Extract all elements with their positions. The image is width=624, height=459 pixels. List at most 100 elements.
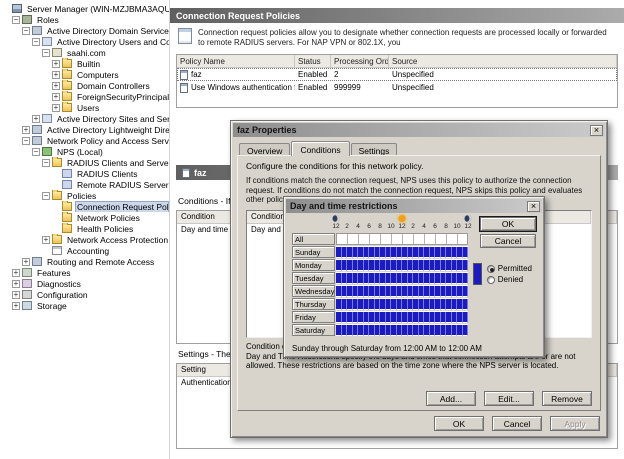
day-label-all[interactable]: All [292,233,335,245]
hour-label: 12 [398,223,405,230]
cancel-button[interactable]: Cancel [492,416,542,431]
collapse-icon[interactable]: − [42,49,50,57]
close-icon[interactable]: × [527,201,540,212]
collapse-icon[interactable]: − [12,16,20,24]
ok-button[interactable]: OK [434,416,484,431]
close-icon[interactable]: × [590,125,603,136]
expand-icon[interactable]: + [32,115,40,123]
tree-item[interactable]: −Roles [0,14,169,25]
tree-item[interactable]: +Computers [0,69,169,80]
expand-icon[interactable]: + [12,302,20,310]
tree-item[interactable]: +Network Access Protection [0,234,169,245]
tree-item[interactable]: +Users [0,102,169,113]
day-label-monday[interactable]: Monday [292,259,335,271]
tree-item[interactable]: −Active Directory Users and Computers [ … [0,36,169,47]
tree-item[interactable]: +Builtin [0,58,169,69]
tree-item[interactable]: Network Policies [0,212,169,223]
column-select-strip[interactable] [336,233,468,245]
folder-icon [62,59,72,68]
expand-icon[interactable]: + [42,236,50,244]
hour-cell[interactable] [463,260,469,271]
day-label-thursday[interactable]: Thursday [292,298,335,310]
radio-permitted[interactable]: Permitted [487,263,532,274]
remove-button[interactable]: Remove [542,391,592,406]
hour-cell[interactable] [463,325,469,336]
day-row: Thursday [292,298,468,311]
collapse-icon[interactable]: − [42,192,50,200]
policy-row[interactable]: fazEnabled2Unspecified [177,68,617,81]
day-label-sunday[interactable]: Sunday [292,246,335,258]
expand-icon[interactable]: + [52,60,60,68]
hour-cell[interactable] [463,312,469,323]
tree-item[interactable]: + Diagnostics [0,278,169,289]
properties-dialog-titlebar[interactable]: faz Properties × [233,123,605,137]
expand-icon[interactable]: + [22,126,30,134]
expand-icon[interactable]: + [52,71,60,79]
collapse-icon[interactable]: − [22,27,30,35]
column-header[interactable]: Source [389,55,617,67]
tab-conditions[interactable]: Conditions [291,141,349,156]
apply-button: Apply [550,416,600,431]
page-title-bar: Connection Request Policies [170,8,624,23]
tree-item[interactable]: +Features [0,267,169,278]
tree-item[interactable]: Accounting [0,245,169,256]
collapse-icon[interactable]: − [32,38,40,46]
hour-cell[interactable] [463,247,469,258]
cancel-button[interactable]: Cancel [480,234,536,248]
hour-label: 6 [367,223,371,230]
hour-cell[interactable] [463,286,469,297]
tree-item[interactable]: RADIUS Clients [0,168,169,179]
tree-item-label: Diagnostics [35,279,83,289]
tree-item[interactable]: +ForeignSecurityPrincipals [0,91,169,102]
expand-icon[interactable]: + [12,280,20,288]
column-header[interactable]: Processing Order [331,55,389,67]
tree-item[interactable]: −Policies [0,190,169,201]
collapse-icon[interactable]: − [22,137,30,145]
tree-item[interactable]: Health Policies [0,223,169,234]
add-button[interactable]: Add... [426,391,476,406]
tree-item[interactable]: +Active Directory Lightweight Directory … [0,124,169,135]
expand-icon[interactable]: + [52,104,60,112]
daytime-dialog-titlebar[interactable]: Day and time restrictions × [286,199,542,213]
expand-icon[interactable]: + [22,258,30,266]
day-label-friday[interactable]: Friday [292,311,335,323]
day-label-saturday[interactable]: Saturday [292,324,335,336]
folder-icon [62,81,72,90]
policy-row[interactable]: Use Windows authentication for all users… [177,81,617,94]
collapse-icon[interactable]: − [32,148,40,156]
tree-item[interactable]: − Active Directory Domain Services [0,25,169,36]
expand-icon[interactable]: + [12,291,20,299]
column-header[interactable]: Status [295,55,331,67]
tree-item[interactable]: +Domain Controllers [0,80,169,91]
hour-cells [336,298,468,310]
tree-item[interactable]: −saahi.com [0,47,169,58]
ok-button[interactable]: OK [480,217,536,231]
hour-cell[interactable] [463,273,469,284]
tree-item-label: Active Directory Domain Services [45,26,169,36]
policy-source: Unspecified [389,81,617,94]
radio-denied[interactable]: Denied [487,274,532,285]
tree-item-label: NPS (Local) [55,147,105,157]
tree-item[interactable]: +Storage [0,300,169,311]
tree-item[interactable]: −Network Policy and Access Services [0,135,169,146]
column-header[interactable]: Policy Name [177,55,295,67]
tree-item[interactable]: − NPS (Local) [0,146,169,157]
tree-item[interactable]: +Configuration [0,289,169,300]
collapse-icon[interactable]: − [42,159,50,167]
tree-item[interactable]: +Active Directory Sites and Services [0,113,169,124]
tree-item[interactable]: +Routing and Remote Access [0,256,169,267]
hour-cell[interactable] [463,299,469,310]
day-label-tuesday[interactable]: Tuesday [292,272,335,284]
tree-item[interactable]: −RADIUS Clients and Servers [0,157,169,168]
tree-item[interactable]: Connection Request Policies [0,201,169,212]
expand-icon[interactable]: + [52,93,60,101]
tree-item[interactable]: Server Manager (WIN-MZJBMA3AQUM) [0,3,169,14]
conditions-intro-text: Configure the conditions for this networ… [246,161,592,171]
report-icon [52,246,62,255]
radio-icon [487,276,495,284]
edit-button[interactable]: Edit... [484,391,534,406]
tree-item[interactable]: Remote RADIUS Server Groups [0,179,169,190]
day-label-wednesday[interactable]: Wednesday [292,285,335,297]
expand-icon[interactable]: + [52,82,60,90]
expand-icon[interactable]: + [12,269,20,277]
